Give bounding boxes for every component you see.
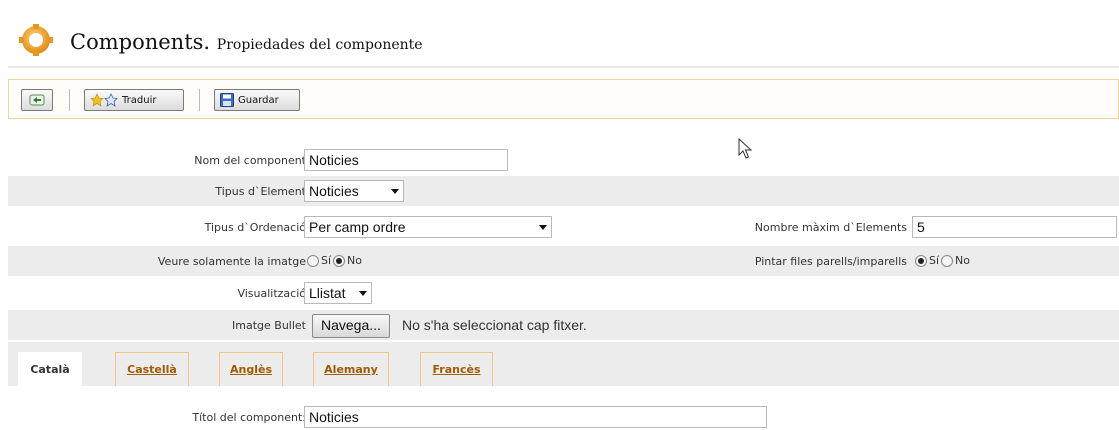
- image-only-yes-radio[interactable]: [307, 254, 319, 267]
- back-button[interactable]: [21, 89, 53, 111]
- form-row-element-type: Tipus d`Element Noticies: [8, 176, 1119, 206]
- image-only-yes-label: Sí: [321, 254, 332, 267]
- form-row-component-title: Títol del component: Noticies: [8, 402, 1119, 430]
- display-value: Llistat: [309, 285, 346, 301]
- ordering-type-label: Tipus d`Ordenació: [204, 221, 306, 234]
- form-row-image-only: Veure solamente la imatge Sí No Pintar f…: [8, 246, 1119, 276]
- component-title-label: Títol del component:: [192, 411, 306, 424]
- paint-rows-radio-group: Sí No: [913, 254, 970, 267]
- ordering-type-select[interactable]: Per camp ordre: [304, 216, 552, 238]
- bullet-image-label: Imatge Bullet: [232, 319, 306, 332]
- translate-button[interactable]: Traduir: [84, 89, 184, 111]
- gear-icon: [19, 24, 53, 56]
- save-button[interactable]: Guardar: [214, 89, 300, 111]
- language-tabs: Català Castellà Anglès Alemany Francès: [8, 342, 1119, 386]
- form-row-ordering-type: Tipus d`Ordenació Per camp ordre Nombre …: [8, 212, 1119, 242]
- toolbar: Traduir Guardar: [8, 79, 1119, 119]
- toolbar-separator: [199, 89, 200, 111]
- paint-rows-no-label: No: [955, 254, 971, 267]
- floppy-disk-icon: [220, 93, 234, 107]
- stars-icon: [90, 93, 118, 107]
- chevron-down-icon: [539, 224, 547, 230]
- paint-rows-no-radio[interactable]: [941, 254, 954, 267]
- ordering-type-value: Per camp ordre: [309, 219, 406, 235]
- max-elements-input[interactable]: 5: [912, 216, 1117, 238]
- tab-castella[interactable]: Castellà: [115, 352, 189, 386]
- max-elements-label: Nombre màxim d`Elements: [754, 221, 907, 234]
- tab-frances[interactable]: Francès: [420, 352, 493, 386]
- chevron-down-icon: [391, 188, 399, 194]
- component-name-label: Nom del component: [194, 154, 306, 167]
- component-name-input[interactable]: Noticies: [304, 149, 508, 171]
- tab-alemany[interactable]: Alemany: [313, 352, 389, 386]
- page-subtitle: Propiedades del componente: [216, 37, 423, 53]
- image-only-no-label: No: [347, 254, 363, 267]
- page-title-main: Components.: [70, 30, 211, 54]
- form-row-component-name: Nom del component Noticies: [8, 145, 1119, 175]
- mouse-pointer-icon: [738, 138, 753, 159]
- paint-rows-yes-radio[interactable]: [915, 254, 927, 267]
- tab-catala[interactable]: Català: [18, 352, 82, 386]
- display-select[interactable]: Llistat: [304, 282, 372, 304]
- toolbar-separator: [69, 89, 70, 111]
- form-row-display: Visualització Llistat: [8, 278, 1119, 308]
- page-header: Components. Propiedades del componente: [18, 20, 1118, 64]
- component-title-input[interactable]: Noticies: [304, 406, 767, 428]
- element-type-value: Noticies: [309, 183, 359, 199]
- tab-angles[interactable]: Anglès: [219, 352, 283, 386]
- translate-button-label: Traduir: [122, 94, 157, 106]
- browse-file-button[interactable]: Navega...: [312, 314, 390, 338]
- back-arrow-icon: [29, 94, 45, 106]
- header-divider: [8, 66, 1119, 68]
- chevron-down-icon: [359, 290, 367, 296]
- image-only-no-radio[interactable]: [333, 254, 346, 267]
- element-type-label: Tipus d`Element: [215, 185, 306, 198]
- form-row-bullet-image: Imatge Bullet Navega... No s'ha seleccio…: [8, 310, 1119, 340]
- file-status-text: No s'ha seleccionat cap fitxer.: [402, 317, 587, 333]
- display-label: Visualització: [237, 287, 306, 300]
- save-button-label: Guardar: [238, 94, 279, 106]
- image-only-radio-group: Sí No: [305, 254, 362, 267]
- image-only-label: Veure solamente la imatge: [157, 255, 306, 268]
- paint-rows-label: Pintar files parells/imparells: [754, 255, 907, 268]
- element-type-select[interactable]: Noticies: [304, 180, 404, 202]
- paint-rows-yes-label: Sí: [929, 254, 940, 267]
- page-title: Components. Propiedades del componente: [70, 30, 423, 54]
